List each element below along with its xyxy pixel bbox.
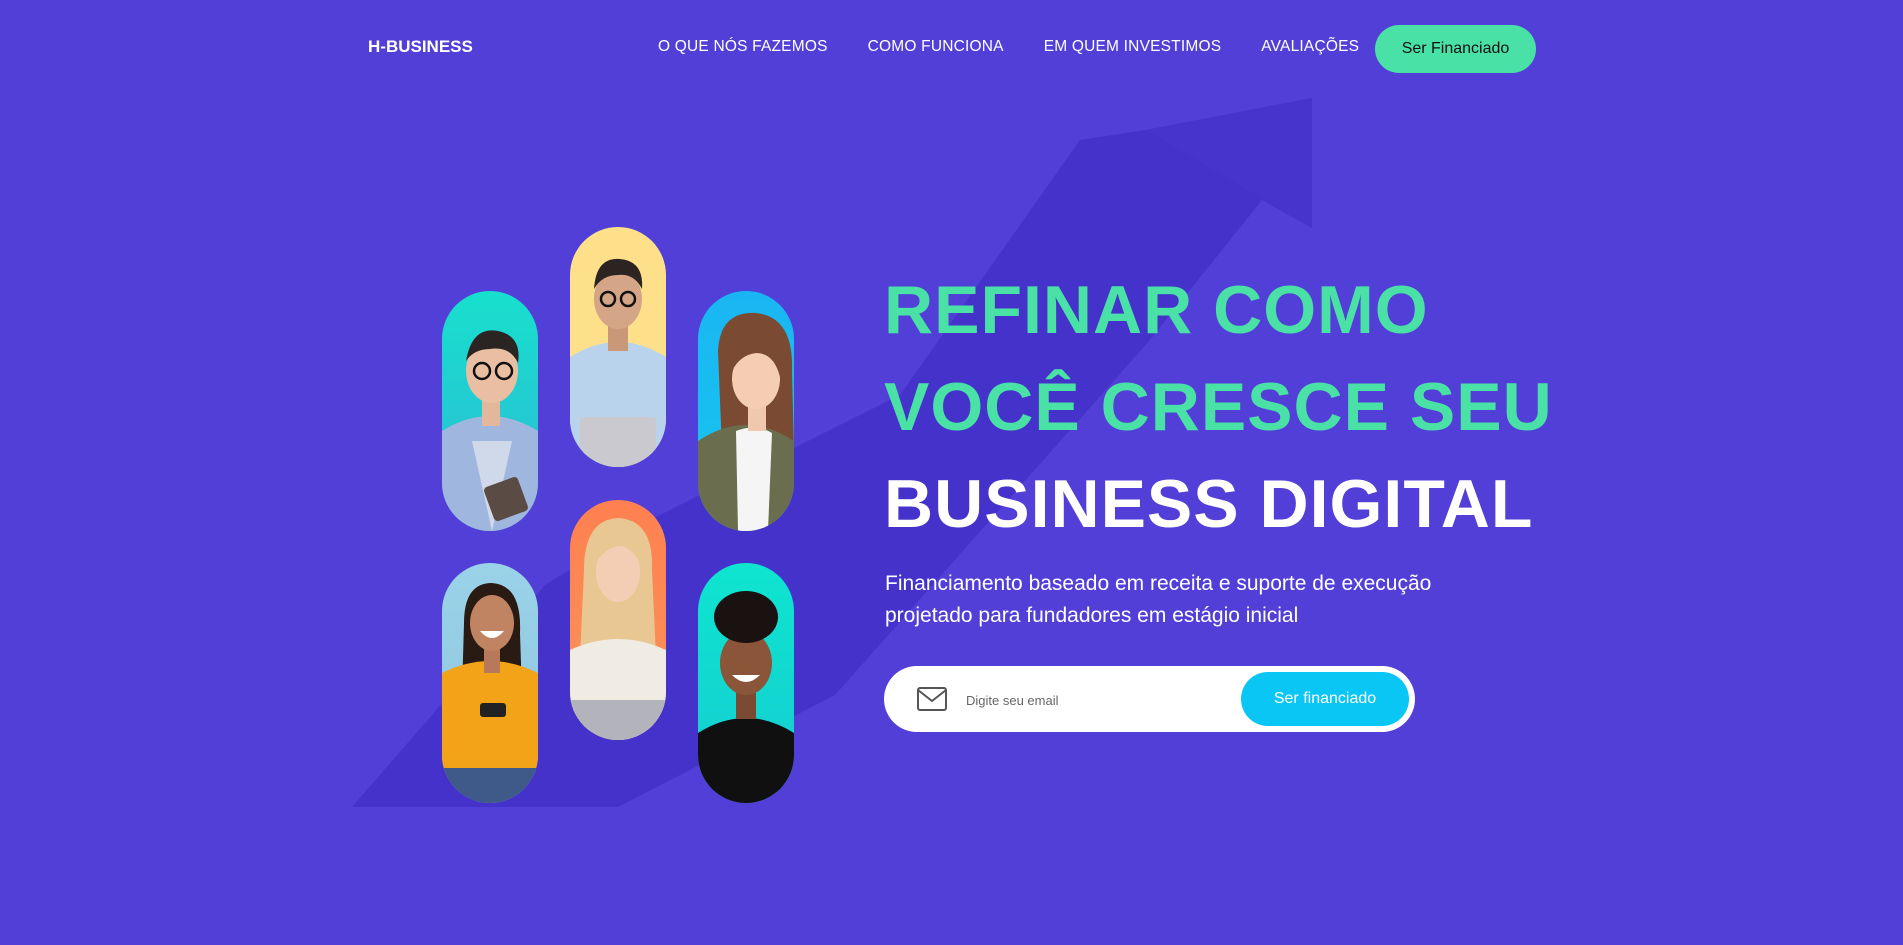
hero-heading-line-2: VOCÊ CRESCE SEU [884,369,1553,445]
photo-woman-in-olive-jacket [698,291,794,531]
photo-person-smiling-with-tablet [442,291,538,531]
nav-link-what-we-do[interactable]: O QUE NÓS FAZEMOS [658,38,828,56]
nav-link-who-we-invest[interactable]: EM QUEM INVESTIMOS [1044,38,1222,56]
landing-page: H-BUSINESS O QUE NÓS FAZEMOS COMO FUNCIO… [0,0,1903,945]
hero-subtitle: Financiamento baseado em receita e supor… [885,572,1432,627]
nav-link-how-it-works[interactable]: COMO FUNCIONA [868,38,1004,56]
email-signup-form: Ser financiado [884,666,1415,732]
hero-heading-line-1: REFINAR COMO [884,272,1429,348]
email-input[interactable] [964,684,1268,716]
photo-woman-laughing-with-phone [442,563,538,803]
main-nav: O QUE NÓS FAZEMOS COMO FUNCIONA EM QUEM … [658,38,1359,56]
nav-link-reviews[interactable]: AVALIAÇÕES [1261,38,1359,56]
photo-man-with-glasses-and-laptop [570,227,666,467]
mail-icon [917,687,947,711]
hero-heading-line-3: BUSINESS DIGITAL [884,466,1534,542]
logo[interactable]: H-BUSINESS [368,37,473,57]
get-funded-submit-button[interactable]: Ser financiado [1241,672,1409,726]
get-funded-header-button[interactable]: Ser Financiado [1375,25,1536,73]
photo-man-with-curly-hair-smiling [698,563,794,803]
photo-blonde-woman-with-laptop [570,500,666,740]
hero-heading: REFINAR COMO VOCÊ CRESCE SEU BUSINESS DI… [884,262,1553,553]
